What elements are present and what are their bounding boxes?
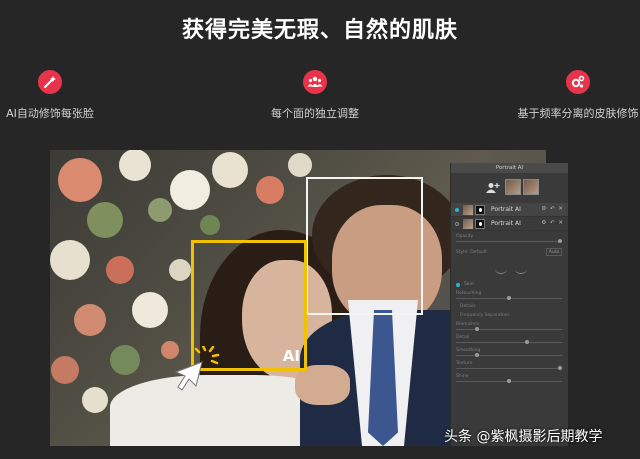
- face-preset-icon[interactable]: [495, 264, 507, 274]
- slider-knob[interactable]: [558, 366, 562, 370]
- auto-button[interactable]: Auto: [546, 248, 562, 256]
- slider-track[interactable]: [456, 241, 562, 242]
- layer-thumbnail: [463, 219, 473, 229]
- page-headline: 获得完美无瑕、自然的肌肤: [181, 18, 458, 43]
- people-group-icon: [303, 70, 327, 94]
- mouse-pointer-icon: [174, 361, 203, 391]
- portrait-ai-panel: Portrait AI Portrait AI ⚙ ↶ ✕ Portrait A…: [450, 163, 568, 446]
- details-subsection[interactable]: Details: [451, 303, 568, 312]
- slider-track[interactable]: [456, 355, 562, 356]
- add-person-icon[interactable]: [486, 182, 500, 194]
- section-label: Skin: [464, 282, 474, 287]
- feature-label: AI自动修饰每张脸: [6, 107, 94, 120]
- slider-knob[interactable]: [558, 239, 562, 243]
- section-toggle-icon[interactable]: [456, 283, 460, 287]
- visibility-icon[interactable]: [455, 222, 459, 226]
- face-thumbnail-groom[interactable]: [523, 179, 539, 195]
- slider-knob[interactable]: [475, 327, 479, 331]
- layer-thumbnail: [463, 205, 473, 215]
- layer-controls[interactable]: ⚙ ↶ ✕: [541, 206, 564, 212]
- feature-ai-retouch: AI自动修饰每张脸: [0, 70, 125, 121]
- slider-knob[interactable]: [525, 340, 529, 344]
- slider-label: Retouching: [456, 291, 482, 296]
- slider-label: Detail: [456, 335, 470, 340]
- gears-icon: [566, 70, 590, 94]
- slider-knob[interactable]: [507, 296, 511, 300]
- slider-label: Shine: [456, 374, 469, 379]
- ai-badge: AI: [282, 347, 300, 365]
- feature-label: 每个面的独立调整: [271, 107, 359, 120]
- feature-label: 基于频率分离的皮肤修饰: [517, 107, 639, 120]
- style-dropdown[interactable]: Style: Default: [456, 250, 487, 255]
- face-thumbnail-bride[interactable]: [505, 179, 521, 195]
- slider-track[interactable]: [456, 342, 562, 343]
- layer-row[interactable]: Portrait AI ⚙ ↶ ✕: [451, 217, 568, 231]
- frequency-separation-subsection[interactable]: Frequency Separation: [451, 312, 568, 321]
- subsection-label: Details: [460, 304, 476, 309]
- subsection-label: Frequency Separation: [460, 313, 510, 318]
- layer-row[interactable]: Portrait AI ⚙ ↶ ✕: [451, 203, 568, 217]
- slider-label: Texture: [456, 361, 473, 366]
- face-detection-box-groom[interactable]: [306, 177, 423, 315]
- blemishes-slider[interactable]: Blemishes: [451, 321, 568, 334]
- detail-slider[interactable]: Detail: [451, 334, 568, 347]
- slider-track[interactable]: [456, 329, 562, 330]
- shine-slider[interactable]: Shine: [451, 373, 568, 386]
- skin-section-header[interactable]: Skin: [451, 280, 568, 290]
- face-selector: [451, 173, 568, 203]
- opacity-slider[interactable]: Opacity: [451, 233, 568, 246]
- slider-knob[interactable]: [475, 353, 479, 357]
- layer-name: Portrait AI: [491, 220, 521, 227]
- smoothing-slider[interactable]: Smoothing: [451, 347, 568, 360]
- texture-slider[interactable]: Texture: [451, 360, 568, 373]
- layer-mask-icon: [475, 205, 485, 215]
- face-preset-icon[interactable]: [515, 264, 527, 274]
- layer-name: Portrait AI: [491, 206, 521, 213]
- feature-per-face-adjust: 每个面的独立调整: [240, 70, 390, 121]
- face-presets: [451, 262, 568, 280]
- layer-mask-icon: [475, 219, 485, 229]
- slider-knob[interactable]: [507, 379, 511, 383]
- slider-label: Opacity: [456, 234, 474, 239]
- visibility-icon[interactable]: [455, 208, 459, 212]
- panel-title: Portrait AI: [451, 163, 568, 173]
- retouching-slider[interactable]: Retouching: [451, 290, 568, 303]
- style-row: Style: Default Auto: [451, 246, 568, 262]
- slider-track[interactable]: [456, 368, 562, 369]
- watermark: 头条 @紫枫摄影后期教学: [444, 429, 603, 445]
- hands: [295, 365, 350, 405]
- magic-wand-icon: [38, 70, 62, 94]
- layer-controls[interactable]: ⚙ ↶ ✕: [541, 220, 564, 226]
- feature-frequency-separation: 基于频率分离的皮肤修饰: [503, 70, 640, 121]
